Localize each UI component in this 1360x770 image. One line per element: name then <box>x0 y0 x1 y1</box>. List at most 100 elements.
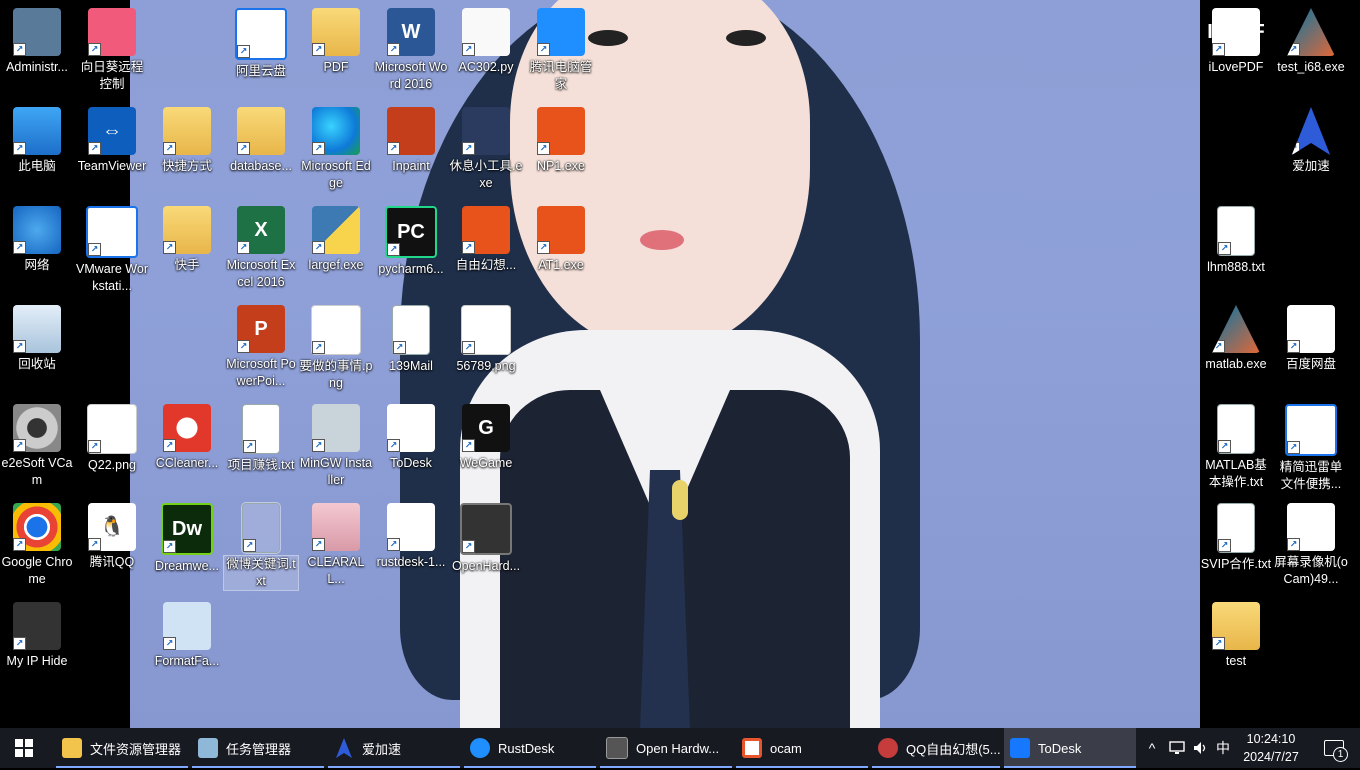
desktop-icon[interactable]: I♥PDF ↗ iLovePDF <box>1199 6 1273 76</box>
desktop-icon-label: 56789.png <box>456 359 516 373</box>
desktop-icon[interactable]: ↗ Google Chrome <box>0 501 74 588</box>
taskbar-item-ocam[interactable]: ocam <box>736 728 868 768</box>
taskbar-item-open-hardware-monitor[interactable]: Open Hardw... <box>600 728 732 768</box>
shortcut-arrow-icon: ↗ <box>1287 441 1300 454</box>
recycle-bin-icon: ↗ <box>13 305 61 353</box>
desktop-icon[interactable]: ↗ 139Mail <box>374 303 448 375</box>
shortcut-arrow-icon: ↗ <box>462 241 475 254</box>
desktop-icon-label: 百度网盘 <box>1285 357 1336 371</box>
desktop-icon[interactable]: ↗ lhm888.txt <box>1199 204 1273 276</box>
desktop-icon[interactable]: ↗ 腾讯电脑管家 <box>524 6 598 93</box>
pycharm-icon: PC ↗ <box>385 206 437 258</box>
clock[interactable]: 10:24:10 2024/7/27 <box>1232 728 1310 770</box>
desktop-icon[interactable]: ↗ matlab.exe <box>1199 303 1273 373</box>
taskbar-item-aijiasu[interactable]: 爱加速 <box>328 728 460 768</box>
desktop-icon[interactable]: X ↗ Microsoft Excel 2016 <box>224 204 298 291</box>
desktop-icon[interactable]: ↗ My IP Hide <box>0 600 74 670</box>
todesk-icon: T ↗ <box>387 404 435 452</box>
shortcut-arrow-icon: ↗ <box>1212 637 1225 650</box>
desktop-icon[interactable]: ↗ database... <box>224 105 298 175</box>
python-icon: ↗ <box>312 206 360 254</box>
qq-icon: 🐧 ↗ <box>88 503 136 551</box>
desktop-icon[interactable]: ↗ 百度网盘 <box>1274 303 1348 373</box>
desktop-icon[interactable]: ↗ 要做的事情.png <box>299 303 373 392</box>
desktop-icon[interactable]: ↗ largef.exe <box>299 204 373 274</box>
text-file-icon: ↗ <box>1217 404 1255 454</box>
desktop-icon[interactable]: ↗ Microsoft Edge <box>299 105 373 192</box>
tencent-pc-manager-icon: ↗ <box>537 8 585 56</box>
formatfactory-icon: ↗ <box>163 602 211 650</box>
desktop-icon[interactable]: ↗ VMware Workstati... <box>75 204 149 295</box>
desktop-icon[interactable]: ↗ 56789.png <box>449 303 523 375</box>
desktop-icon[interactable]: P ↗ Microsoft PowerPoi... <box>224 303 298 390</box>
mingw-icon: ↗ <box>312 404 360 452</box>
desktop-icon[interactable]: ↗ 微博关键词.txt <box>223 501 299 591</box>
shortcut-arrow-icon: ↗ <box>13 439 26 452</box>
desktop-icon[interactable]: ↗ 精简迅雷单文件便携... <box>1274 402 1348 493</box>
desktop-icon[interactable]: ↗ test <box>1199 600 1273 670</box>
desktop-icon[interactable]: PC ↗ pycharm6... <box>374 204 448 278</box>
desktop-icon[interactable]: ↗ PDF <box>299 6 373 76</box>
desktop-icon[interactable]: ↗ NP1.exe <box>524 105 598 175</box>
taskbar-item-qq-game[interactable]: QQ自由幻想(5... <box>872 728 1000 768</box>
desktop-icon[interactable]: ● ↗ 屏幕录像机(oCam)49... <box>1274 501 1348 588</box>
taskbar-item-rustdesk[interactable]: RustDesk <box>464 728 596 768</box>
input-method-indicator[interactable]: 中 <box>1212 728 1234 768</box>
desktop-icon-label: NP1.exe <box>537 159 585 173</box>
taskbar-item-file-explorer[interactable]: 文件资源管理器 <box>56 728 188 768</box>
desktop-icon[interactable]: ↗ MATLAB基本操作.txt <box>1199 402 1273 491</box>
desktop-icon[interactable]: ↗ CCleaner... <box>150 402 224 472</box>
desktop-icon[interactable]: G ↗ WeGame <box>449 402 523 472</box>
desktop-icon[interactable]: ↗ test_i68.exe <box>1274 6 1348 76</box>
desktop-icon[interactable]: ↗ 项目赚钱.txt <box>224 402 298 474</box>
desktop-icon[interactable]: T ↗ ToDesk <box>374 402 448 472</box>
clock-time: 10:24:10 <box>1246 732 1296 746</box>
desktop-icon[interactable]: ↗ 此电脑 <box>0 105 74 175</box>
shortcut-arrow-icon: ↗ <box>237 45 250 58</box>
desktop-icon-label: Microsoft Edge <box>301 159 371 190</box>
desktop-icon-label: largef.exe <box>308 258 364 272</box>
desktop-icon[interactable]: ↗ e2eSoft VCam <box>0 402 74 489</box>
desktop-icon[interactable]: ↗ AT1.exe <box>524 204 598 274</box>
desktop-icon[interactable]: ↗ SVIP合作.txt <box>1199 501 1273 573</box>
desktop-icon[interactable]: ↗ 快捷方式 <box>150 105 224 175</box>
desktop-icon[interactable]: ↗ CLEARALL... <box>299 501 373 588</box>
desktop-icon[interactable]: ↗ 阿里云盘 <box>224 6 298 80</box>
desktop-icon[interactable]: 🐧 ↗ 腾讯QQ <box>75 501 149 571</box>
desktop-icon[interactable]: ↗ 休息小工具.exe <box>449 105 523 192</box>
taskbar-item-todesk[interactable]: ToDesk <box>1004 728 1136 768</box>
desktop-icon[interactable]: ↗ AC302.py <box>449 6 523 76</box>
desktop-icon[interactable]: ↗ 爱加速 <box>1274 105 1348 175</box>
desktop-icon[interactable]: Dw ↗ Dreamwe... <box>150 501 224 575</box>
vmware-icon: ↗ <box>86 206 138 258</box>
desktop-icon[interactable]: ↻ ↗ rustdesk-1... <box>374 501 448 571</box>
desktop-icon[interactable]: ↗ 快手 <box>150 204 224 274</box>
desktop-icon[interactable]: ↗ 向日葵远程控制 <box>75 6 149 93</box>
show-hidden-icons-button[interactable]: ^ <box>1142 728 1162 768</box>
desktop-icon[interactable]: ↗ MinGW Installer <box>299 402 373 489</box>
text-file-icon: ↗ <box>392 305 430 355</box>
desktop-icon[interactable]: ↗ 自由幻想... <box>449 204 523 274</box>
shortcut-arrow-icon: ↗ <box>13 538 26 551</box>
desktop-icon-label: iLovePDF <box>1208 60 1264 74</box>
desktop-icon[interactable]: ↗ 回收站 <box>0 303 74 373</box>
shortcut-arrow-icon: ↗ <box>243 440 256 453</box>
desktop-icon[interactable]: ↗ FormatFa... <box>150 600 224 670</box>
desktop-icon[interactable]: ⇔ ↗ TeamViewer <box>75 105 149 175</box>
baidu-netdisk-icon: ↗ <box>1287 305 1335 353</box>
desktop-icon-label: 腾讯电脑管家 <box>529 60 593 91</box>
desktop-icon[interactable]: ↗ OpenHard... <box>449 501 523 575</box>
action-center-button[interactable]: 1 <box>1314 728 1354 768</box>
desktop-icon[interactable]: W ↗ Microsoft Word 2016 <box>374 6 448 93</box>
taskbar-item-task-manager[interactable]: 任务管理器 <box>192 728 324 768</box>
network-tray-icon[interactable] <box>1166 728 1188 768</box>
desktop-icon-label: 139Mail <box>389 359 433 373</box>
desktop-icon[interactable]: ↗ Administr... <box>0 6 74 76</box>
volume-icon[interactable] <box>1190 728 1212 768</box>
start-button[interactable] <box>0 728 48 768</box>
desktop-icon[interactable]: ↗ 网络 <box>0 204 74 274</box>
desktop-icon-label: Inpaint <box>392 159 430 173</box>
desktop-icon[interactable]: ↗ Inpaint <box>374 105 448 175</box>
desktop-icon[interactable]: ↗ Q22.png <box>75 402 149 474</box>
photo-icon: ↗ <box>312 503 360 551</box>
